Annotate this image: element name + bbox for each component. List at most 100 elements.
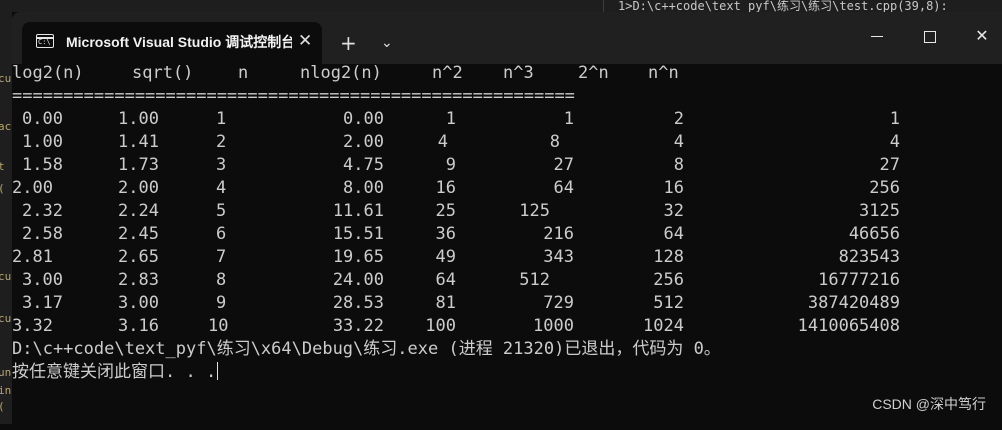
gutter-fragment: ( (0, 182, 5, 195)
cell-n-squared: 100 (425, 316, 456, 336)
cell-n: 2 (216, 132, 227, 152)
console-output: log2(n) sqrt() n nlog2(n) n^2 n^3 2^n n^n =====… (12, 62, 992, 384)
close-icon[interactable]: ✕ (962, 26, 1002, 45)
table-row: 1.00 1.41 2 2.00 4 8 4 4 (12, 131, 992, 154)
cell-n-squared: 36 (435, 224, 456, 244)
chevron-down-icon[interactable]: ⌄ (381, 35, 393, 51)
cell-sqrt: 2.83 (118, 270, 159, 290)
cell-log2: 2.58 (22, 224, 63, 244)
cell-two-pow-n: 2 (673, 109, 684, 129)
header-log2: log2(n) (12, 63, 84, 83)
cell-n-pow-n: 3125 (859, 201, 900, 221)
table-row: 2.00 2.00 4 8.00 16 64 16 256 (12, 177, 992, 200)
tab-title: Microsoft Visual Studio 调试控制台 (66, 34, 292, 50)
cell-n-squared: 1 (445, 109, 456, 129)
watermark: CSDN @深中笃行 (872, 396, 986, 412)
cell-nlog2: 19.65 (332, 247, 384, 267)
header-n: n (238, 63, 249, 83)
gutter-fragment: in (0, 384, 12, 397)
cell-sqrt: 1.73 (118, 155, 159, 175)
cell-log2: 3.00 (22, 270, 63, 290)
cell-two-pow-n: 16 (663, 178, 684, 198)
close-prompt-wrap: 按任意键关闭此窗口. . . (12, 361, 219, 384)
cell-n: 3 (216, 155, 227, 175)
text-cursor (217, 362, 219, 380)
cell-n-squared: 25 (435, 201, 456, 221)
cell-n-cubed: 1 (563, 109, 574, 129)
cell-nlog2: 0.00 (343, 109, 384, 129)
cell-n-cubed: 512 (519, 270, 550, 290)
cell-sqrt: 3.00 (118, 293, 159, 313)
cell-nlog2: 15.51 (332, 224, 384, 244)
table-row: 0.00 1.00 1 0.00 1 1 2 1 (12, 108, 992, 131)
header-sqrt: sqrt() (132, 63, 194, 83)
cell-n-pow-n: 387420489 (807, 293, 900, 313)
table-row: 3.00 2.83 8 24.00 64 512 256 16777216 (12, 269, 992, 292)
ide-code-gutter: cu ac t (cu cu un in ( (0, 12, 12, 424)
cell-n: 6 (216, 224, 227, 244)
cell-log2: 2.32 (22, 201, 63, 221)
cell-log2: 3.32 (12, 316, 53, 336)
cell-n-pow-n: 1 (889, 109, 900, 129)
gutter-fragment: ( (0, 400, 5, 413)
exit-message-line: D:\c++code\text_pyf\练习\x64\Debug\练习.exe … (12, 338, 992, 361)
separator-line: ========================================… (12, 85, 992, 108)
minimize-icon[interactable] (857, 26, 897, 45)
cell-n-squared: 49 (435, 247, 456, 267)
cell-n: 5 (216, 201, 227, 221)
cell-n-squared: 16 (435, 178, 456, 198)
gutter-fragment: cu (0, 312, 12, 325)
cell-two-pow-n: 64 (663, 224, 684, 244)
cell-n-cubed: 1000 (533, 316, 574, 336)
cell-sqrt: 2.45 (118, 224, 159, 244)
cell-nlog2: 28.53 (332, 293, 384, 313)
cell-n-pow-n: 823543 (838, 247, 900, 267)
gutter-fragment: un (0, 366, 12, 379)
cell-log2: 3.17 (22, 293, 63, 313)
cell-log2: 1.58 (22, 155, 63, 175)
table-row: 2.32 2.24 5 11.61 25 125 32 3125 (12, 200, 992, 223)
cell-two-pow-n: 256 (653, 270, 684, 290)
gutter-fragment: t (0, 160, 5, 173)
cell-sqrt: 2.00 (118, 178, 159, 198)
console-icon-label: C:\ (38, 38, 51, 46)
cell-n-cubed: 8 (549, 132, 560, 152)
cell-two-pow-n: 8 (673, 155, 684, 175)
close-prompt-line: 按任意键关闭此窗口. . . (12, 361, 992, 384)
gutter-fragment: cu (0, 72, 12, 85)
cell-nlog2: 8.00 (343, 178, 384, 198)
cell-nlog2: 33.22 (332, 316, 384, 336)
cell-n: 1 (216, 109, 227, 129)
cell-n-pow-n: 4 (889, 132, 900, 152)
cell-two-pow-n: 512 (653, 293, 684, 313)
cell-two-pow-n: 32 (663, 201, 684, 221)
console-icon: C:\ (36, 34, 54, 48)
cell-sqrt: 1.00 (118, 109, 159, 129)
header-row: log2(n) sqrt() n nlog2(n) n^2 n^3 2^n n^n (12, 62, 992, 85)
cell-n-cubed: 216 (543, 224, 574, 244)
cell-n-cubed: 27 (553, 155, 574, 175)
cell-log2: 0.00 (22, 109, 63, 129)
cell-sqrt: 3.16 (118, 316, 159, 336)
ide-divider (603, 0, 604, 12)
cell-log2: 1.00 (22, 132, 63, 152)
header-n-pow-n: n^n (648, 63, 679, 83)
cell-n: 8 (216, 270, 227, 290)
new-tab-button[interactable]: + (340, 32, 357, 54)
maximize-icon[interactable] (910, 26, 950, 45)
tab-close-icon[interactable]: ✕ (298, 31, 312, 51)
header-nlog2: nlog2(n) (300, 63, 382, 83)
ide-output-strip: 1>D:\c++code\text_pyf\练习\练习\test.cpp(39,… (0, 0, 1002, 13)
cell-n-squared: 4 (437, 132, 448, 152)
cell-nlog2: 2.00 (343, 132, 384, 152)
cell-n: 10 (208, 316, 229, 336)
header-n-cubed: n^3 (503, 63, 534, 83)
cell-sqrt: 2.24 (118, 201, 159, 221)
cell-n-pow-n: 46656 (848, 224, 900, 244)
table-row: 2.81 2.65 7 19.65 49 343 128 823543 (12, 246, 992, 269)
cell-log2: 2.81 (12, 247, 53, 267)
console-tab[interactable]: C:\ Microsoft Visual Studio 调试控制台 ✕ (22, 22, 322, 64)
gutter-fragment: cu (0, 270, 12, 283)
cell-two-pow-n: 128 (653, 247, 684, 267)
header-n-squared: n^2 (432, 63, 463, 83)
